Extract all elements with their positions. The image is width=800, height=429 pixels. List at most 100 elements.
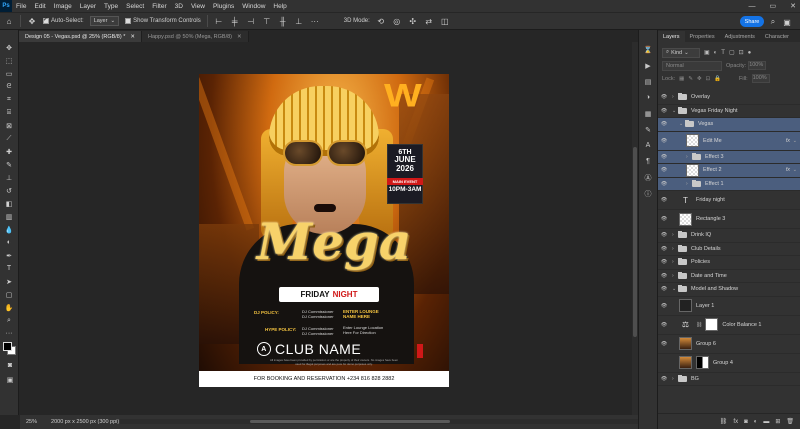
- slide-3d-icon[interactable]: ⇄: [424, 16, 434, 26]
- lock-artboard-icon[interactable]: ⊡: [706, 76, 711, 82]
- tab-happy[interactable]: Happy.psd @ 50% (Mega, RGB/8) ✕: [141, 31, 249, 42]
- tab-layers[interactable]: Layers: [658, 31, 685, 42]
- move-tool-icon[interactable]: ✥: [3, 42, 15, 53]
- zoom-level[interactable]: 25%: [26, 419, 37, 425]
- blur-tool-icon[interactable]: 💧: [3, 224, 15, 235]
- lock-paint-icon[interactable]: ✎: [688, 76, 693, 82]
- crop-tool-icon[interactable]: ⌸: [3, 107, 15, 118]
- home-icon[interactable]: ⌂: [4, 16, 14, 26]
- quick-mask-icon[interactable]: ◙: [4, 360, 16, 371]
- pan-3d-icon[interactable]: ✣: [408, 16, 418, 26]
- layer-effects-icon[interactable]: fx: [786, 167, 790, 173]
- menu-item-plugins[interactable]: Plugins: [209, 3, 238, 10]
- menu-item-3d[interactable]: 3D: [171, 3, 187, 10]
- visibility-eye-icon[interactable]: 👁: [658, 273, 670, 279]
- workspace-icon[interactable]: ▣: [782, 17, 792, 27]
- align-right-icon[interactable]: ⊣: [246, 16, 256, 26]
- scale-3d-icon[interactable]: ◫: [440, 16, 450, 26]
- visibility-eye-icon[interactable]: 👁: [658, 286, 670, 292]
- chevron-down-icon[interactable]: ⌄: [793, 138, 797, 144]
- type-tool-icon[interactable]: T: [3, 263, 15, 274]
- scrollbar-thumb[interactable]: [633, 147, 637, 337]
- visibility-eye-icon[interactable]: 👁: [658, 341, 670, 347]
- close-icon[interactable]: ✕: [790, 2, 796, 10]
- lock-pixels-icon[interactable]: ▦: [679, 76, 684, 82]
- search-icon[interactable]: ⌕: [768, 17, 778, 27]
- lock-position-icon[interactable]: ✥: [697, 76, 702, 82]
- tab-adjustments[interactable]: Adjustments: [720, 31, 760, 42]
- layer-thumbnail[interactable]: [686, 163, 699, 177]
- share-button[interactable]: Share: [740, 16, 764, 27]
- shape-filter-icon[interactable]: ▢: [729, 49, 735, 56]
- layer-row[interactable]: 👁 T Friday night: [658, 191, 800, 210]
- new-group-icon[interactable]: ▬: [763, 419, 769, 425]
- more-options-icon[interactable]: ···: [310, 16, 320, 26]
- zoom-tool-icon[interactable]: ⌕: [3, 315, 15, 326]
- opacity-input[interactable]: 100%: [748, 61, 767, 70]
- visibility-eye-icon[interactable]: 👁: [658, 121, 670, 127]
- layer-row[interactable]: 👁 › Effect 1: [658, 177, 800, 191]
- visibility-eye-icon[interactable]: 👁: [658, 94, 670, 100]
- layer-row[interactable]: 👁 ⌄ Model and Shadow: [658, 283, 800, 297]
- visibility-eye-icon[interactable]: 👁: [658, 259, 670, 265]
- layer-row[interactable]: 👁 ⚖ ⛓ Color Balance 1: [658, 316, 800, 335]
- close-icon[interactable]: ✕: [237, 34, 242, 40]
- tab-properties[interactable]: Properties: [685, 31, 720, 42]
- character-icon[interactable]: A: [642, 140, 654, 151]
- marquee-tool-icon[interactable]: ▭: [3, 68, 15, 79]
- photoshop-logo[interactable]: Ps: [0, 0, 12, 12]
- rectangle-tool-icon[interactable]: ▢: [3, 289, 15, 300]
- layer-row[interactable]: 👁 Layer 1: [658, 297, 800, 316]
- libraries-icon[interactable]: ▤: [642, 76, 654, 87]
- lasso-tool-icon[interactable]: ᘓ: [3, 81, 15, 92]
- dodge-tool-icon[interactable]: ◐: [3, 237, 15, 248]
- align-middle-icon[interactable]: ╫: [278, 16, 288, 26]
- history-brush-tool-icon[interactable]: ↺: [3, 185, 15, 196]
- new-adjustment-icon[interactable]: ◐: [754, 419, 758, 425]
- visibility-eye-icon[interactable]: 👁: [658, 246, 670, 252]
- menu-item-image[interactable]: Image: [50, 3, 76, 10]
- link-layers-icon[interactable]: ⛓: [720, 418, 728, 425]
- maximize-icon[interactable]: ▭: [770, 2, 777, 10]
- blend-mode-dropdown[interactable]: Normal: [662, 60, 722, 71]
- gradient-tool-icon[interactable]: ▥: [3, 211, 15, 222]
- type-filter-icon[interactable]: T: [721, 50, 725, 56]
- foreground-color-swatch[interactable]: [3, 342, 12, 351]
- layer-thumbnail[interactable]: [679, 337, 692, 350]
- align-bottom-icon[interactable]: ⊥: [294, 16, 304, 26]
- auto-select-dropdown[interactable]: Layer ⌄: [89, 16, 120, 26]
- layer-effects-icon[interactable]: fx: [786, 138, 790, 144]
- roll-3d-icon[interactable]: ◎: [392, 16, 402, 26]
- visibility-eye-icon[interactable]: 👁: [658, 303, 670, 309]
- artboard-tool-icon[interactable]: ⬚: [3, 55, 15, 66]
- eyedropper-tool-icon[interactable]: ⟋: [3, 133, 15, 144]
- brushes-icon[interactable]: ✎: [642, 124, 654, 135]
- layer-row[interactable]: 👁 › Overlay: [658, 91, 800, 105]
- info-icon[interactable]: ⓘ: [642, 188, 654, 199]
- layer-row[interactable]: 👁 Group 6: [658, 335, 800, 354]
- healing-brush-tool-icon[interactable]: ✚: [3, 146, 15, 157]
- visibility-eye-icon[interactable]: 👁: [658, 232, 670, 238]
- paragraph-icon[interactable]: ¶: [642, 156, 654, 167]
- hand-tool-icon[interactable]: ✋: [3, 302, 15, 313]
- frame-tool-icon[interactable]: ⊠: [3, 120, 15, 131]
- delete-layer-icon[interactable]: 🗑: [786, 418, 794, 425]
- path-select-tool-icon[interactable]: ➤: [3, 276, 15, 287]
- layer-row[interactable]: 👁 ⌄ Vegas Friday Night: [658, 105, 800, 118]
- clone-stamp-tool-icon[interactable]: ⊥: [3, 172, 15, 183]
- visibility-eye-icon[interactable]: 👁: [658, 376, 670, 382]
- visibility-eye-icon[interactable]: 👁: [658, 167, 670, 173]
- visibility-eye-icon[interactable]: 👁: [658, 197, 670, 203]
- swatches-icon[interactable]: ▦: [642, 108, 654, 119]
- menu-item-help[interactable]: Help: [269, 3, 290, 10]
- layer-row[interactable]: 👁 › Club Details: [658, 243, 800, 256]
- layer-row[interactable]: 👁 › Effect 3: [658, 150, 800, 164]
- eraser-tool-icon[interactable]: ◧: [3, 198, 15, 209]
- layer-row[interactable]: 👁 › Drink IQ: [658, 229, 800, 243]
- more-tools-icon[interactable]: ···: [3, 328, 15, 339]
- close-icon[interactable]: ✕: [130, 34, 135, 40]
- visibility-eye-icon[interactable]: 👁: [658, 216, 670, 222]
- menu-item-filter[interactable]: Filter: [148, 3, 170, 10]
- brush-tool-icon[interactable]: ✎: [3, 159, 15, 170]
- layer-row[interactable]: 👁 › Policies: [658, 256, 800, 270]
